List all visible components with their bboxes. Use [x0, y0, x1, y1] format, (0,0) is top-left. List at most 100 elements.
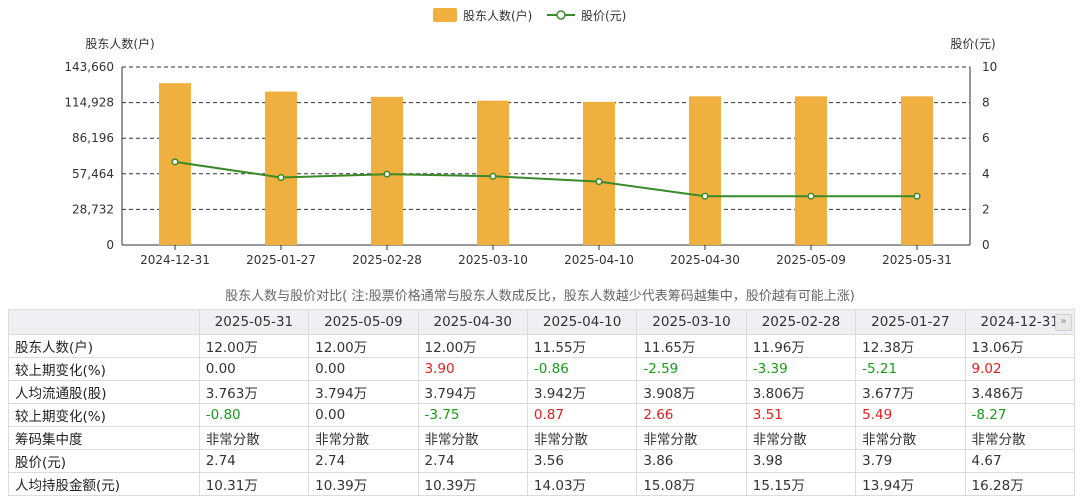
table-cell: 12.38万 [855, 334, 966, 358]
table-cell: 12.00万 [417, 334, 528, 358]
table-cell: 非常分散 [198, 426, 310, 450]
table-cell: 3.79 [855, 449, 966, 473]
column-header: 2025-02-28 [745, 309, 857, 335]
row-label: 股价(元) [8, 449, 200, 473]
table-cell: 3.56 [526, 449, 638, 473]
table-cell: 3.90 [417, 357, 528, 381]
x-tick-label: 2025-04-10 [564, 253, 634, 267]
right-tick-label: 10 [982, 60, 997, 74]
x-tick-label: 2025-05-09 [776, 253, 846, 267]
left-tick-label: 0 [106, 238, 114, 252]
table-cell: 2.74 [308, 449, 419, 473]
table-cell: -0.80 [198, 403, 310, 427]
left-tick-label: 86,196 [72, 131, 114, 145]
price-point [807, 192, 815, 200]
table-cell: 3.486万 [964, 380, 1076, 404]
table-header-row: 2025-05-31 2025-05-09 2025-04-30 2025-04-10… [8, 309, 1076, 335]
scroll-right-icon[interactable]: » [1055, 314, 1072, 331]
table-cell: -8.27 [964, 403, 1076, 427]
table-cell: -3.75 [417, 403, 528, 427]
table-cell: 非常分散 [855, 426, 966, 450]
table-cell: 10.31万 [198, 472, 310, 496]
row-label: 人均持股金额(元) [8, 472, 200, 496]
table-cell: -0.86 [526, 357, 638, 381]
x-tick-label: 2025-02-28 [352, 253, 422, 267]
x-tick-label: 2024-12-31 [140, 253, 210, 267]
left-tick-label: 57,464 [72, 167, 114, 181]
price-point [701, 192, 709, 200]
holders-price-chart: 0 28,732 57,464 86,196 114,928 143,660 0 2 4 6 8 10… [64, 8, 997, 267]
holders-data-table: 2025-05-31 2025-05-09 2025-04-30 2025-04-10… [8, 309, 1076, 496]
table-cell: 3.763万 [198, 380, 310, 404]
table-row: 股东人数(户) 12.00万 12.00万 12.00万 11.55万 11.65万 11.… [8, 334, 1076, 358]
table-row: 股价(元) 2.74 2.74 2.74 3.56 3.86 3.98 3.79 4.67 [8, 449, 1076, 473]
table-corner-cell [8, 309, 200, 335]
right-tick-label: 6 [982, 131, 990, 145]
table-cell: 非常分散 [308, 426, 419, 450]
chart-caption: 股东人数与股价对比( 注:股票价格通常与股东人数成反比，股东人数越少代表筹码越集… [225, 289, 855, 304]
table-row: 筹码集中度 非常分散 非常分散 非常分散 非常分散 非常分散 非常分散 非常分散 非常分散 [8, 426, 1076, 450]
right-tick-label: 4 [982, 167, 990, 181]
table-row: 较上期变化(%) -0.80 0.00 -3.75 0.87 2.66 3.51 5.49 -8… [8, 403, 1076, 427]
table-cell: 13.94万 [855, 472, 966, 496]
column-header: 2025-05-09 [308, 309, 419, 335]
legend-bar-swatch [433, 8, 457, 22]
table-cell: 11.65万 [636, 334, 747, 358]
table-cell: 2.74 [198, 449, 310, 473]
table-cell: 0.00 [308, 403, 419, 427]
table-cell: 3.794万 [417, 380, 528, 404]
legend-bar-label: 股东人数(户) [463, 8, 532, 23]
row-label: 人均流通股(股) [8, 380, 200, 404]
table-cell: 14.03万 [526, 472, 638, 496]
table-cell: 2.74 [417, 449, 528, 473]
row-label: 较上期变化(%) [8, 357, 200, 381]
price-point [913, 192, 921, 200]
table-cell: 0.87 [526, 403, 638, 427]
x-tick-label: 2025-05-31 [882, 253, 952, 267]
table-row: 较上期变化(%) 0.00 0.00 3.90 -0.86 -2.59 -3.39 -5.21… [8, 357, 1076, 381]
column-header: 2025-03-10 [636, 309, 747, 335]
table-cell: 非常分散 [745, 426, 857, 450]
legend-line-marker [556, 10, 566, 20]
table-cell: 16.28万 [964, 472, 1076, 496]
right-tick-label: 8 [982, 96, 990, 110]
bar [689, 96, 721, 245]
table-cell: 12.00万 [198, 334, 310, 358]
table-cell: -2.59 [636, 357, 747, 381]
price-point [383, 170, 391, 178]
table-cell: 3.942万 [526, 380, 638, 404]
table-cell: 3.908万 [636, 380, 747, 404]
x-tick-label: 2025-04-30 [670, 253, 740, 267]
right-axis-title: 股价(元) [950, 37, 995, 51]
table-cell: 9.02 [964, 357, 1076, 381]
bar [583, 101, 615, 246]
table-cell: 4.67 [964, 449, 1076, 473]
table-cell: 10.39万 [417, 472, 528, 496]
table-cell: 12.00万 [308, 334, 419, 358]
x-tick-label: 2025-01-27 [246, 253, 316, 267]
table-cell: 非常分散 [964, 426, 1076, 450]
table-cell: 3.794万 [308, 380, 419, 404]
bar [795, 96, 827, 245]
bar [901, 96, 933, 245]
column-header: 2024-12-31» [964, 309, 1076, 335]
right-tick-label: 0 [982, 238, 990, 252]
table-cell: 15.15万 [745, 472, 857, 496]
table-cell: 11.55万 [526, 334, 638, 358]
table-cell: 3.86 [636, 449, 747, 473]
column-header: 2025-05-31 [198, 309, 310, 335]
table-cell: 3.677万 [855, 380, 966, 404]
row-label: 筹码集中度 [8, 426, 200, 450]
right-tick-label: 2 [982, 202, 990, 216]
table-cell: 3.51 [745, 403, 857, 427]
table-cell: -3.39 [745, 357, 857, 381]
table-cell: 10.39万 [308, 472, 419, 496]
bar [265, 91, 297, 245]
table-cell: 0.00 [308, 357, 419, 381]
column-header: 2025-01-27 [855, 309, 966, 335]
left-tick-label: 28,732 [72, 202, 114, 216]
left-tick-label: 143,660 [64, 60, 114, 74]
table-cell: 15.08万 [636, 472, 747, 496]
column-header: 2025-04-10 [526, 309, 638, 335]
table-cell: 非常分散 [636, 426, 747, 450]
